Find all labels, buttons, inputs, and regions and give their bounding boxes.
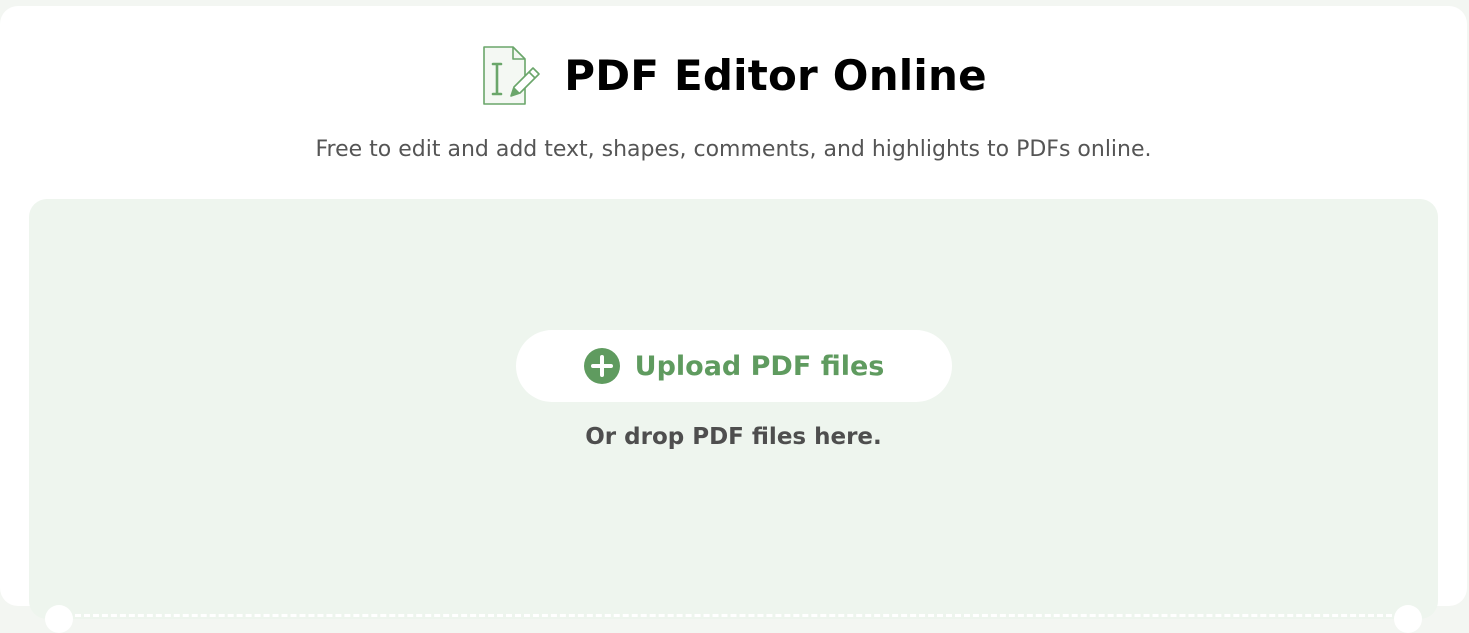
drop-zone-dashed-edge (75, 614, 1392, 617)
drop-zone-notch-left (45, 605, 73, 633)
file-drop-zone[interactable] (29, 199, 1438, 633)
upload-pdf-button[interactable]: Upload PDF files (516, 330, 952, 402)
title-row: PDF Editor Online (0, 44, 1467, 106)
main-card: PDF Editor Online Free to edit and add t… (0, 6, 1467, 633)
drop-hint-text: Or drop PDF files here. (585, 424, 882, 450)
drop-zone-notch-right (1394, 605, 1422, 633)
plus-circle-icon (583, 348, 620, 384)
page-title: PDF Editor Online (564, 50, 987, 100)
upload-button-label: Upload PDF files (634, 350, 885, 382)
page-subtitle: Free to edit and add text, shapes, comme… (315, 137, 1152, 162)
pdf-edit-icon (483, 46, 541, 105)
